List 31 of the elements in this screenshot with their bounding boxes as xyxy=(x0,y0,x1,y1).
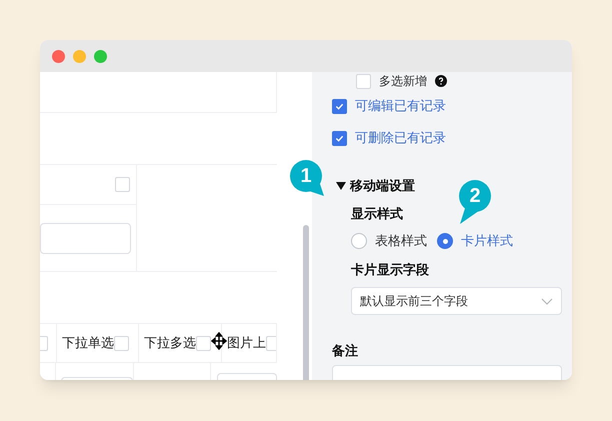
checkbox[interactable] xyxy=(332,130,347,146)
field-label: 备注 xyxy=(332,342,358,360)
checkbox[interactable] xyxy=(332,98,347,114)
chevron-down-icon xyxy=(541,298,553,304)
checkbox[interactable] xyxy=(40,336,48,350)
input-field[interactable] xyxy=(217,373,277,380)
section-title: 移动端设置 xyxy=(350,177,415,196)
expand-triangle-icon[interactable] xyxy=(336,182,346,190)
column-label: 下拉单选 xyxy=(62,334,114,352)
column-label: 下拉多选 xyxy=(144,334,196,352)
radio-option[interactable]: 卡片样式 xyxy=(437,231,513,251)
field-label: 卡片显示字段 xyxy=(351,261,429,279)
checkbox[interactable] xyxy=(115,177,130,192)
close-button[interactable] xyxy=(52,50,65,62)
checkmark-icon xyxy=(335,102,344,110)
checkmark-icon xyxy=(335,134,344,142)
column-label: 图片上 xyxy=(227,334,266,352)
permission-label: 多选新增 xyxy=(379,73,427,90)
select-field[interactable]: 默认显示前三个字段 xyxy=(351,287,562,315)
minimize-button[interactable] xyxy=(73,50,86,62)
input-field[interactable] xyxy=(40,222,131,254)
checkbox[interactable] xyxy=(114,336,129,350)
permission-label: 可删除已有记录 xyxy=(355,129,446,148)
scrollbar[interactable] xyxy=(303,225,309,380)
checkbox[interactable] xyxy=(196,336,211,350)
permission-label: 可编辑已有记录 xyxy=(355,97,446,116)
maximize-button[interactable] xyxy=(94,50,107,62)
move-cursor-icon xyxy=(211,332,227,350)
radio-option[interactable]: 表格样式 xyxy=(351,231,427,251)
checkbox[interactable] xyxy=(356,74,371,88)
field-label: 显示样式 xyxy=(351,205,403,223)
